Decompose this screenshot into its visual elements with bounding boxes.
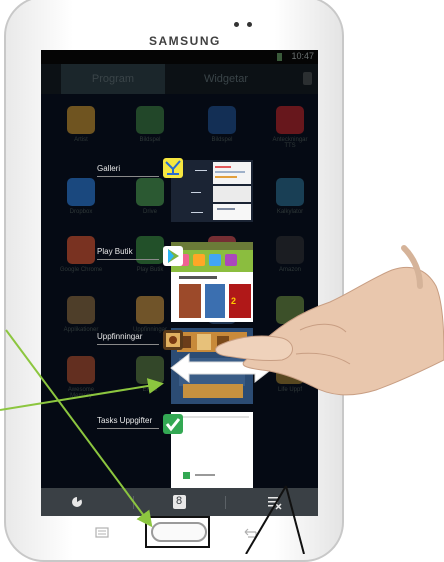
annotation-arrows: [0, 329, 305, 554]
pointer-line: [245, 485, 287, 554]
arrow-to-swipe: [0, 378, 164, 411]
pointer-line: [285, 485, 305, 554]
arrow-to-home: [5, 329, 153, 528]
